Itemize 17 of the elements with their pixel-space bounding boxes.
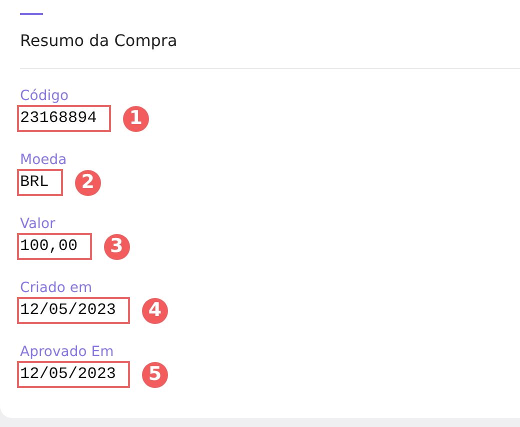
number-marker: 2 <box>74 170 101 196</box>
card-title: Resumo da Compra <box>20 31 178 51</box>
field-value: BRL <box>17 169 63 196</box>
field-value: 12/05/2023 <box>17 297 130 324</box>
field-label: Valor <box>20 215 56 233</box>
accent-line <box>20 13 43 15</box>
field-label: Código <box>20 87 70 105</box>
field-value: 100,00 <box>17 233 92 260</box>
number-marker: 3 <box>104 234 130 260</box>
field-label: Criado em <box>20 279 94 297</box>
number-marker: 5 <box>142 362 168 388</box>
field-label: Moeda <box>20 151 68 169</box>
field-value: 12/05/2023 <box>17 361 130 388</box>
field-value: 23168894 <box>17 105 111 132</box>
number-marker: 1 <box>122 106 149 132</box>
field-label: Aprovado Em <box>20 343 115 361</box>
number-marker: 4 <box>142 298 168 324</box>
